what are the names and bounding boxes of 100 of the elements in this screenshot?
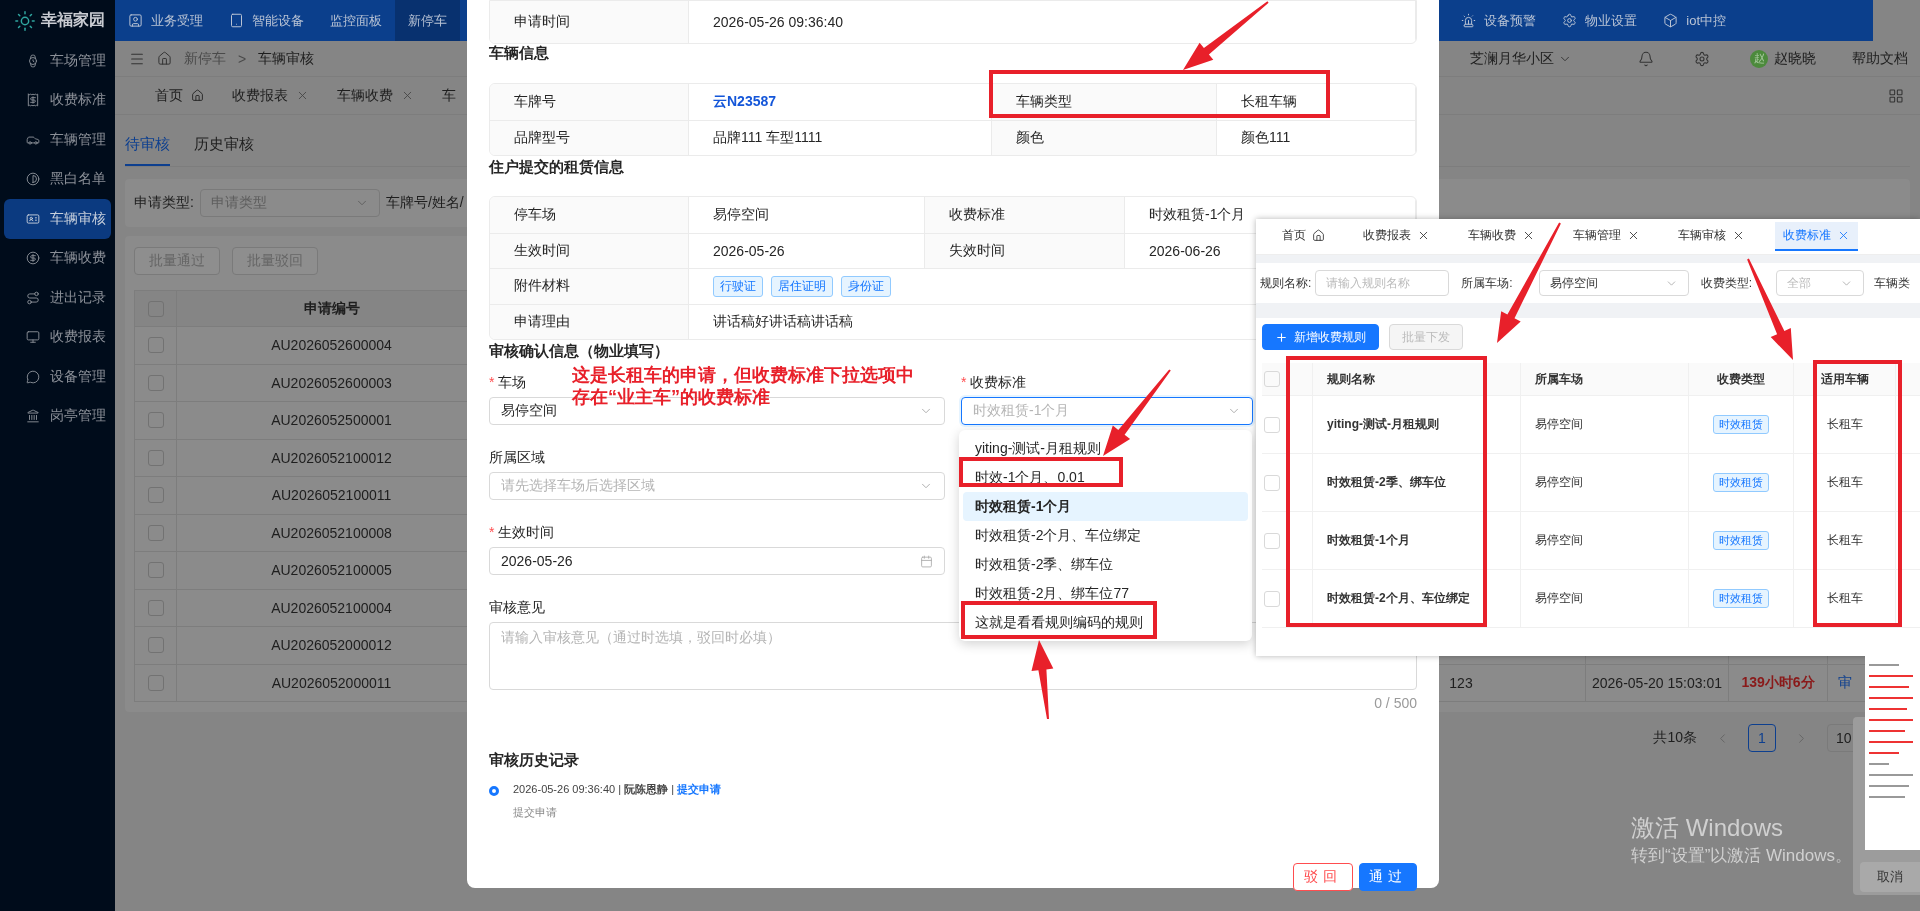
add-rule-button[interactable]: 新增收费规则 <box>1262 324 1379 350</box>
checkbox[interactable] <box>147 412 164 429</box>
sidebar-item[interactable]: 车辆收费 <box>4 238 111 278</box>
attachment-tag[interactable]: 居住证明 <box>771 275 833 297</box>
monitor-icon <box>26 330 40 345</box>
info-value: 颜色111 <box>1217 120 1416 155</box>
section-title: 车辆信息 <box>489 44 550 63</box>
nav-tab[interactable]: 物业设置 <box>1549 0 1651 41</box>
dropdown-option[interactable]: yiting-测试-月租规则 <box>963 434 1248 463</box>
field-label: 审核意见 <box>489 599 545 617</box>
dropdown-option[interactable]: 时效租赁-2月、绑车位77 <box>963 579 1248 608</box>
receipt-icon <box>26 93 40 108</box>
close-icon[interactable] <box>1522 229 1535 242</box>
sidebar-item[interactable]: 车辆审核 <box>4 199 111 239</box>
sidebar-item[interactable]: 收费报表 <box>4 317 111 357</box>
type-tag: 时效租赁 <box>1713 415 1769 434</box>
checkbox[interactable] <box>147 337 164 354</box>
home-icon <box>1312 229 1325 242</box>
info-label: 失效时间 <box>925 233 1125 268</box>
user-card-icon <box>128 13 143 28</box>
date-field[interactable]: 2026-05-26 <box>489 547 945 575</box>
table-cell: 易停空间 <box>1521 570 1689 627</box>
help-link[interactable]: 帮助文档 <box>1852 49 1908 68</box>
column-header: 收费类型 <box>1689 363 1794 395</box>
route-icon <box>26 290 40 305</box>
history-action-link[interactable]: 提交申请 <box>677 783 722 795</box>
table-cell: 长租车 <box>1794 512 1896 569</box>
sidebar-item[interactable]: 黑白名单 <box>4 159 111 199</box>
approve-button[interactable]: 通过 <box>1359 863 1417 891</box>
page-tab[interactable]: 收费报表 <box>232 86 309 105</box>
sidebar-item[interactable]: 车场管理 <box>4 41 111 81</box>
filter-label: 所属车场: <box>1461 274 1513 292</box>
watch-icon <box>26 53 40 68</box>
column-header: 规则名称 <box>1313 363 1521 395</box>
filter-label: 规则名称: <box>1260 274 1312 292</box>
sidebar-item[interactable]: 进出记录 <box>4 278 111 318</box>
checkbox[interactable] <box>147 562 164 579</box>
attachment-tag[interactable]: 行驶证 <box>713 275 763 297</box>
filter-label: 收费类型: <box>1700 274 1753 292</box>
brand-name: 幸福家园 <box>41 10 105 30</box>
activation-hint: 转到“设置”以激活 Windows。 <box>1631 845 1852 867</box>
close-icon[interactable] <box>1627 229 1640 242</box>
sidebar-item[interactable]: 车辆管理 <box>4 120 111 160</box>
checkbox[interactable] <box>147 524 164 541</box>
info-label: 生效时间 <box>490 233 689 268</box>
select-field[interactable]: 易停空间 <box>1538 270 1689 296</box>
page-tab[interactable]: 首页 <box>155 86 204 105</box>
table-cell: 易停空间 <box>1521 396 1689 453</box>
cube-icon <box>1663 13 1679 28</box>
page-tab[interactable]: 车辆收费 <box>337 86 414 105</box>
sidebar-item[interactable]: 设备管理 <box>4 357 111 397</box>
checkbox[interactable] <box>147 487 164 504</box>
plus-icon <box>1275 330 1288 344</box>
breadcrumb-item[interactable]: 车辆审核 <box>258 49 315 68</box>
close-icon[interactable] <box>1732 229 1745 242</box>
community-selector[interactable]: 芝澜月华小区 <box>1470 49 1572 68</box>
history-entry: 2026-05-26 09:36:40 | 阮陈恩静 | 提交申请 <box>513 782 723 797</box>
sidebar-item[interactable]: 岗亭管理 <box>4 396 111 436</box>
page-tab[interactable]: 车辆收费 <box>1460 222 1543 251</box>
info-label: 停车场 <box>490 197 689 233</box>
tablet-icon <box>229 13 244 28</box>
page-tab[interactable]: 车 <box>442 86 456 105</box>
dropdown-option[interactable]: 时效-1个月、0.01 <box>963 463 1248 492</box>
info-label: 附件材料 <box>490 269 689 304</box>
home-icon <box>157 51 172 66</box>
page-tab[interactable]: 车辆审核 <box>1670 222 1753 251</box>
nav-tab[interactable]: 设备预警 <box>1448 0 1550 41</box>
bank-building-icon <box>26 409 40 424</box>
chat-bubble-icon <box>26 369 40 384</box>
checkbox[interactable] <box>147 637 164 654</box>
dropdown-option[interactable]: 时效租赁-2个月、车位绑定 <box>963 521 1248 550</box>
checkbox[interactable] <box>147 599 164 616</box>
page-tab[interactable]: 车辆管理 <box>1565 222 1648 251</box>
dropdown-option[interactable]: 时效租赁-2季、绑车位 <box>963 550 1248 579</box>
checkbox[interactable] <box>147 674 164 691</box>
dropdown-option[interactable]: 时效租赁-1个月 <box>963 492 1248 521</box>
nav-tab[interactable]: 新停车 <box>395 0 460 41</box>
nav-tab[interactable]: 智能设备 <box>216 0 317 41</box>
table-cell: 易停空间 <box>1521 454 1689 511</box>
page-tab[interactable]: 收费标准 <box>1775 222 1858 251</box>
cancel-button[interactable]: 取消 <box>1860 862 1920 892</box>
close-icon[interactable] <box>1417 229 1430 242</box>
table-cell: 长租车 <box>1794 396 1896 453</box>
nav-tab[interactable]: 业务受理 <box>115 0 216 41</box>
nav-tab[interactable]: iot中控 <box>1650 0 1739 41</box>
nav-tab[interactable]: 监控面板 <box>317 0 395 41</box>
review-link[interactable]: 审 <box>1838 673 1852 692</box>
sidebar-item[interactable]: 收费标准 <box>4 80 111 120</box>
contrast-icon <box>26 172 40 187</box>
type-tag: 时效租赁 <box>1713 473 1769 492</box>
reject-button[interactable]: 驳回 <box>1293 863 1353 891</box>
id-card-icon <box>26 211 40 226</box>
review-tab[interactable]: 历史审核 <box>194 135 254 166</box>
attachment-tag[interactable]: 身份证 <box>841 275 891 297</box>
checkbox[interactable] <box>147 374 164 391</box>
info-label: 颜色 <box>992 120 1217 155</box>
field-label: * 车场 <box>489 374 527 392</box>
checkbox[interactable] <box>147 449 164 466</box>
field-label: * 生效时间 <box>489 524 555 542</box>
table-cell: yiting-测试-月租规则 <box>1313 396 1521 453</box>
